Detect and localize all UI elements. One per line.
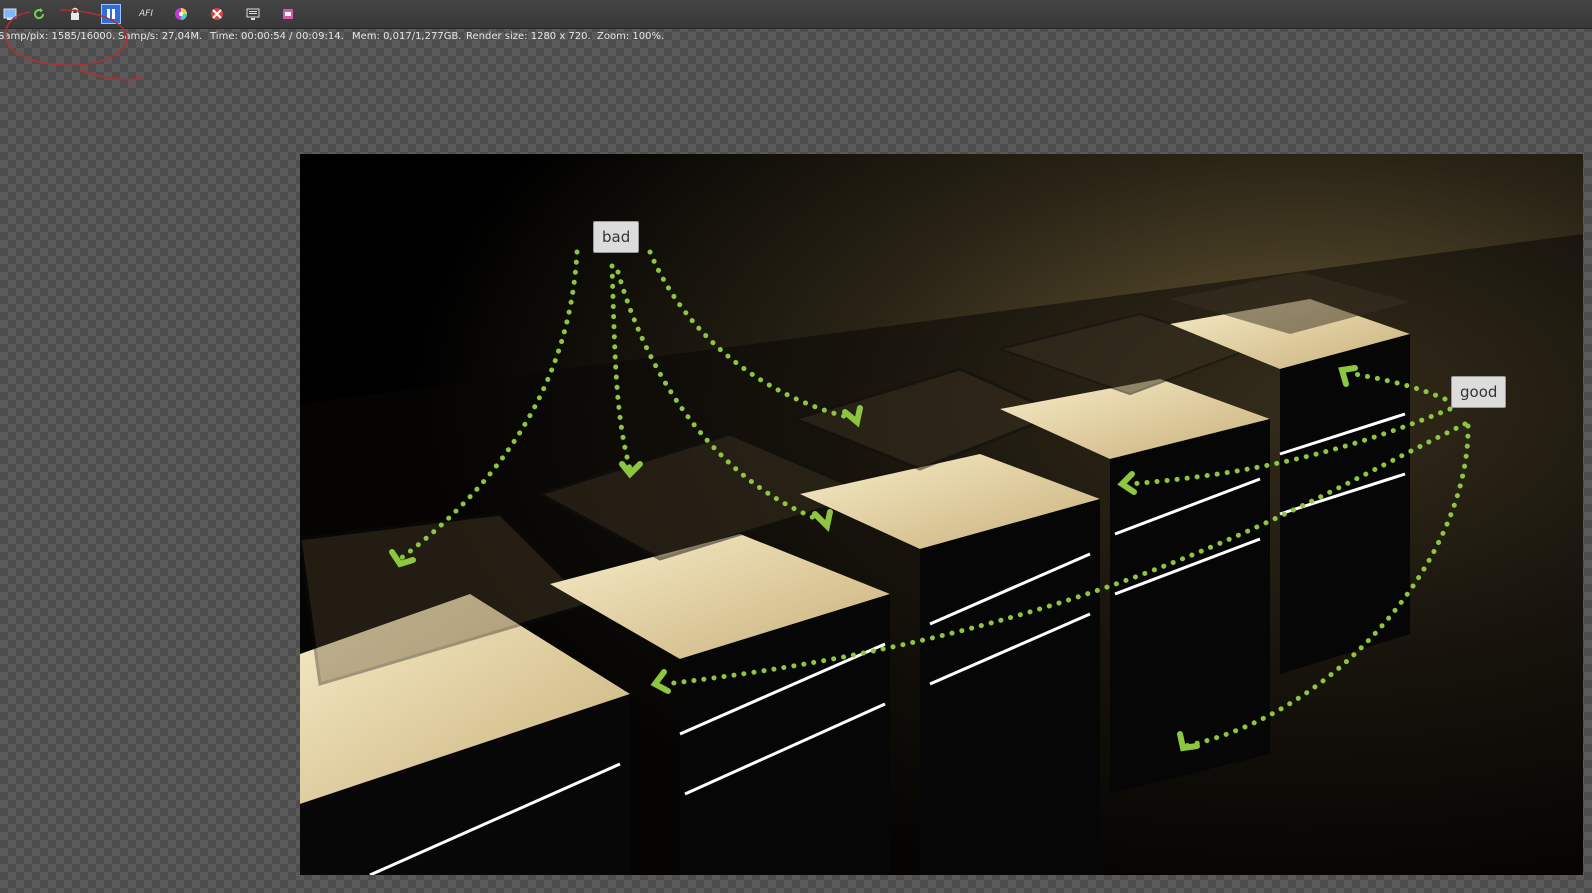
good-label: good: [1451, 376, 1507, 408]
red-circle-annotation: [4, 9, 143, 81]
render-status-bar: Samp/pix: 1585/16000. Samp/s: 27,04M. Ti…: [0, 28, 1592, 46]
render-toolbar: AFI: [0, 0, 1592, 29]
film-icon[interactable]: [278, 4, 298, 24]
monitor-icon[interactable]: [243, 4, 263, 24]
bad-label: bad: [593, 221, 640, 253]
render-view: bad good: [300, 154, 1583, 875]
zoom-level: Zoom: 100%.: [597, 31, 665, 42]
render-size: Render size: 1280 x 720.: [466, 31, 591, 42]
render-time: Time: 00:00:54 / 00:09:14.: [210, 31, 344, 42]
color-wheel-icon[interactable]: [171, 4, 191, 24]
rendered-scene: [300, 154, 1583, 875]
region-icon[interactable]: [207, 4, 227, 24]
memory-usage: Mem: 0,017/1,277GB.: [352, 31, 462, 42]
